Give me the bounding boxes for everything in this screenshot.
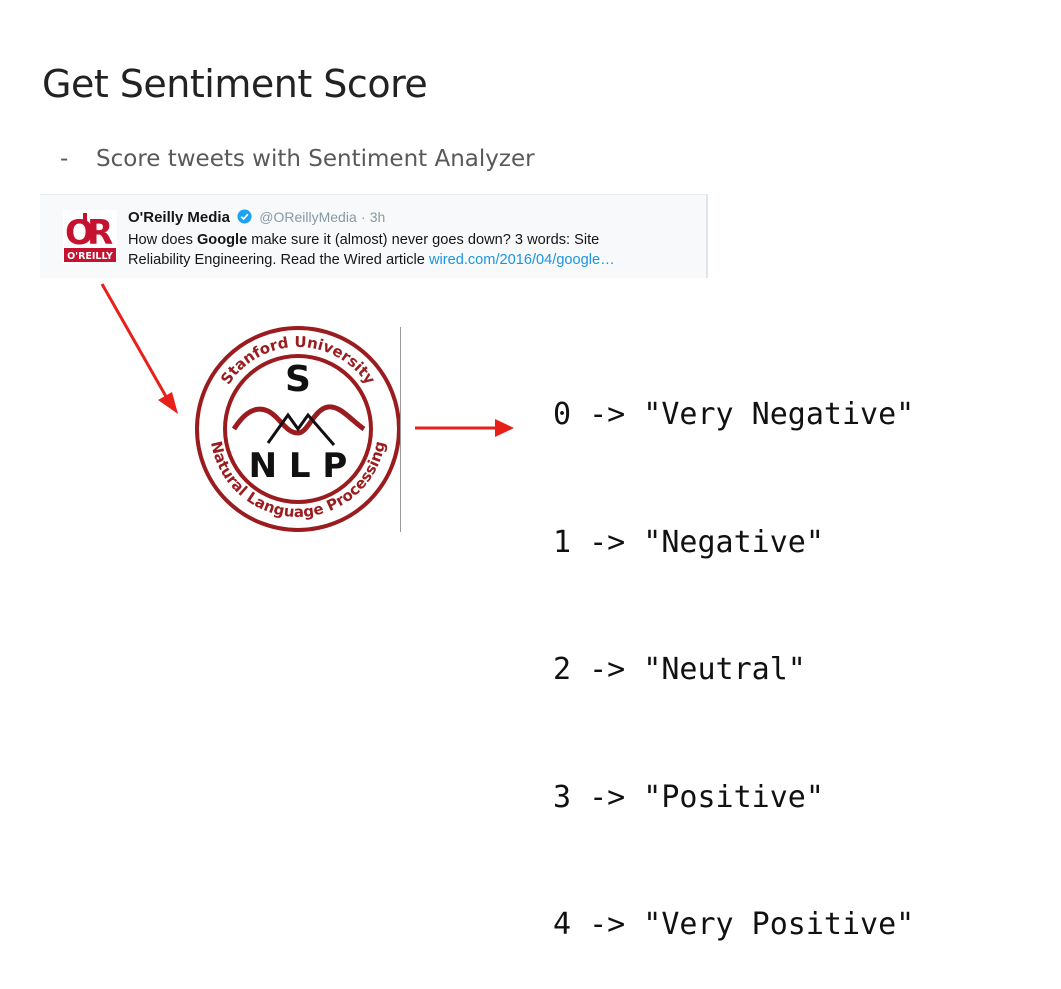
score-item: 3 -> "Positive" xyxy=(553,779,824,815)
score-item: 1 -> "Negative" xyxy=(553,524,824,560)
logo-letter-s: S xyxy=(285,359,311,400)
down-arrow-icon xyxy=(100,283,178,414)
vertical-divider xyxy=(400,327,401,532)
score-item: 0 -> "Very Negative" xyxy=(553,397,915,432)
score-item: 4 -> "Very Positive" xyxy=(553,907,915,942)
score-item: 2 -> "Neutral" xyxy=(553,652,806,687)
sentiment-score-list: 0 -> "Very Negative" 1 -> "Negative" 2 -… xyxy=(553,309,914,989)
right-arrow-icon xyxy=(415,419,514,437)
logo-letters-nlp: N L P xyxy=(249,446,348,486)
stanford-nlp-logo: Stanford University Natural Language Pro… xyxy=(195,326,401,532)
